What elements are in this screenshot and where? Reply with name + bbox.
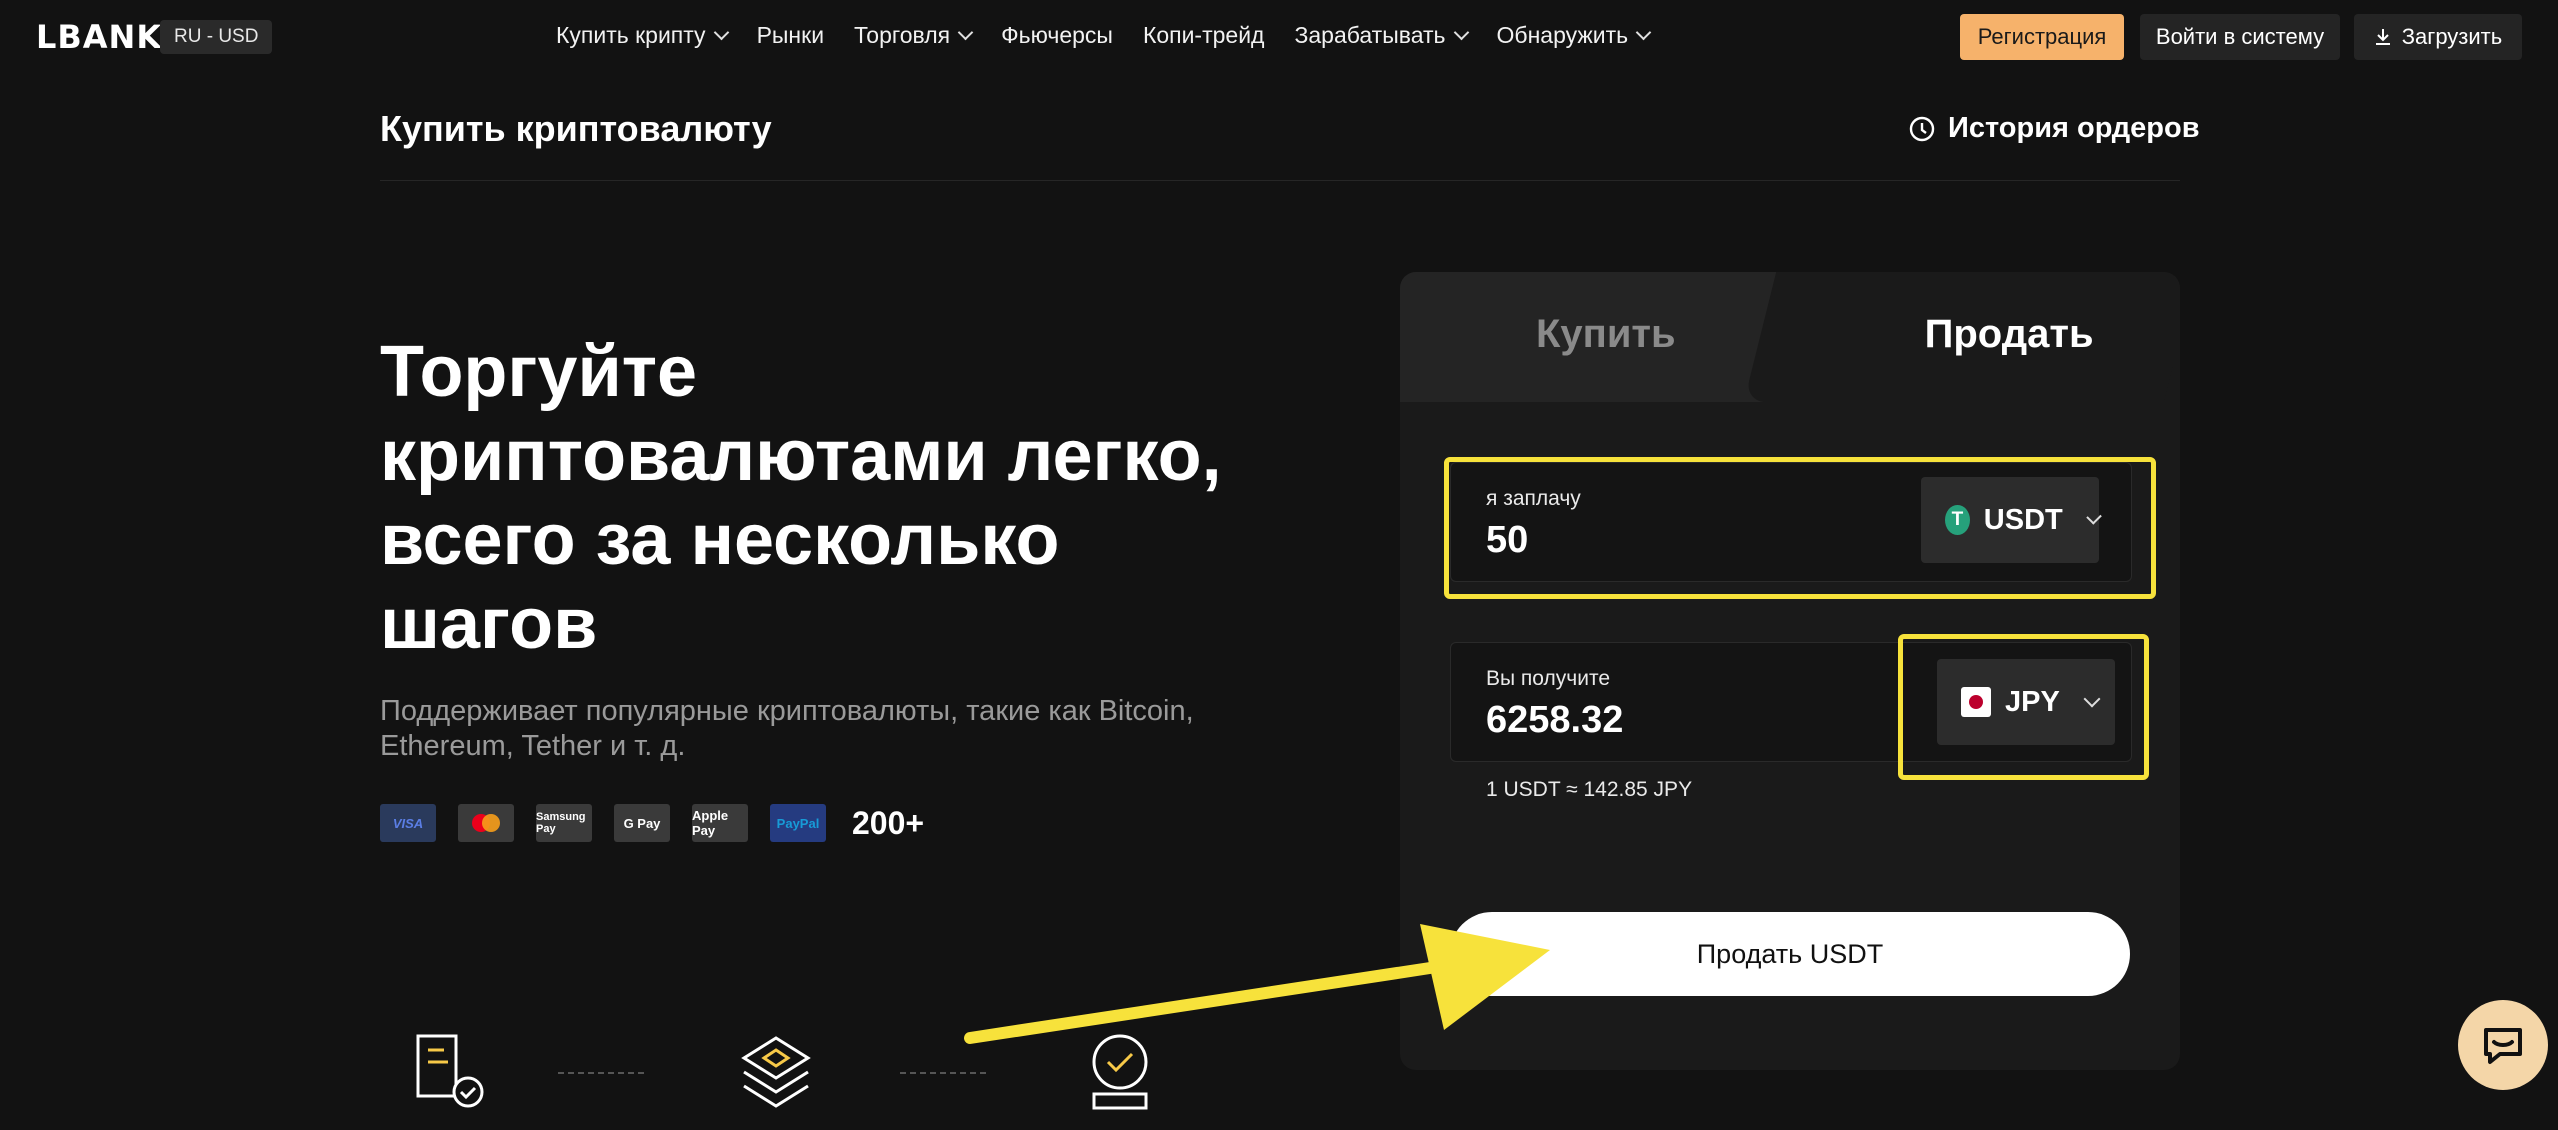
mastercard-logo	[458, 804, 514, 842]
apple-pay-logo: Apple Pay	[692, 804, 748, 842]
nav-earn[interactable]: Зарабатывать	[1294, 22, 1469, 49]
nav-futures[interactable]: Фьючерсы	[1001, 22, 1113, 49]
clock-history-icon	[1909, 116, 1935, 141]
highlight-pay-field	[1444, 457, 2156, 599]
nav-label: Копи-трейд	[1142, 22, 1265, 48]
chevron-down-icon	[1635, 24, 1652, 41]
login-button[interactable]: Войти в систему	[2140, 14, 2340, 60]
register-button[interactable]: Регистрация	[1960, 14, 2124, 60]
tab-buy-label: Купить	[1536, 312, 1676, 356]
nav-buy-crypto[interactable]: Купить крипту	[556, 22, 729, 49]
order-history-link[interactable]: История ордеров	[1908, 112, 2200, 145]
chevron-down-icon	[957, 24, 974, 41]
payment-methods: VISA Samsung Pay G Pay Apple Pay PayPal …	[380, 804, 924, 842]
nav-label: Обнаружить	[1496, 22, 1629, 48]
nav-markets[interactable]: Рынки	[757, 22, 824, 49]
download-icon	[2375, 29, 2390, 45]
step-connector	[900, 1072, 986, 1074]
main-nav: Купить крипту Рынки Торговля Фьючерсы Ко…	[556, 22, 1652, 49]
highlight-receive-currency	[1898, 634, 2149, 780]
hero-title: Торгуйте криптовалютами легко, всего за …	[380, 332, 1222, 664]
download-label: Загрузить	[2401, 24, 2503, 49]
nav-copy-trade[interactable]: Копи-трейд	[1143, 22, 1265, 49]
layers-icon	[741, 1036, 811, 1108]
nav-label: Торговля	[854, 22, 951, 48]
download-button[interactable]: Загрузить	[2354, 14, 2522, 60]
document-check-icon	[416, 1034, 484, 1108]
exchange-rate: 1 USDT ≈ 142.85 JPY	[1486, 778, 1693, 801]
visa-logo: VISA	[380, 804, 436, 842]
samsung-pay-logo: Samsung Pay	[536, 804, 592, 842]
chat-icon	[2484, 1028, 2522, 1064]
annotation-arrow	[964, 924, 1550, 1044]
tab-sell[interactable]: Продать	[1743, 272, 2180, 402]
payment-count: 200+	[852, 804, 925, 841]
nav-label: Рынки	[756, 22, 825, 48]
chevron-down-icon	[1453, 24, 1469, 41]
tab-sell-label: Продать	[1924, 312, 2094, 356]
page-title: Купить криптовалюту	[380, 108, 772, 149]
nav-label: Купить крипту	[556, 22, 706, 48]
nav-label: Зарабатывать	[1294, 22, 1446, 48]
receive-amount-value: 6258.32	[1486, 699, 1624, 741]
nav-trade[interactable]: Торговля	[854, 22, 974, 49]
chevron-down-icon	[713, 24, 729, 41]
locale-selector[interactable]: RU - USD	[160, 20, 273, 54]
nav-label: Фьючерсы	[1001, 22, 1113, 48]
nav-discover[interactable]: Обнаружить	[1496, 22, 1652, 49]
chat-support-button[interactable]	[2458, 1000, 2548, 1090]
lbank-logo[interactable]: LBANK	[36, 18, 162, 56]
header-divider	[380, 180, 2180, 181]
receive-label: Вы получите	[1486, 667, 1611, 690]
order-history-label: История ордеров	[1948, 112, 2200, 144]
paypal-logo: PayPal	[770, 804, 826, 842]
top-header: LBANK RU - USD Купить крипту Рынки Торго…	[0, 0, 2558, 75]
hero-subtitle: Поддерживает популярные криптовалюты, та…	[380, 695, 1194, 762]
step-connector	[558, 1072, 644, 1074]
google-pay-logo: G Pay	[614, 804, 670, 842]
